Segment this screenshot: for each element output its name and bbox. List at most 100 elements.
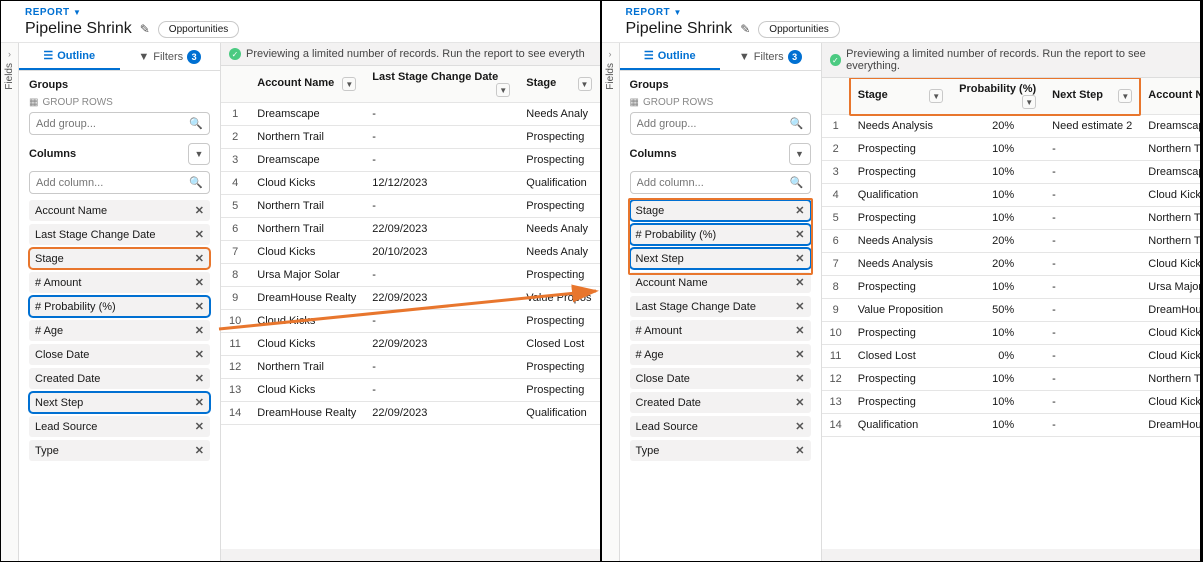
column-header[interactable]: Probability (%)▼ — [951, 78, 1044, 115]
column-item[interactable]: Next Step✕ — [29, 392, 210, 413]
table-row[interactable]: 1Dreamscape-Needs Analy — [221, 103, 600, 126]
column-item[interactable]: Last Stage Change Date✕ — [630, 296, 811, 317]
table-row[interactable]: 11Cloud Kicks22/09/2023Closed Lost — [221, 333, 600, 356]
table-row[interactable]: 3Dreamscape-Prospecting — [221, 149, 600, 172]
table-row[interactable]: 3Prospecting10%-Dreamscape — [822, 161, 1201, 184]
remove-column-icon[interactable]: ✕ — [795, 204, 804, 217]
table-row[interactable]: 12Northern Trail-Prospecting — [221, 356, 600, 379]
table-row[interactable]: 12Prospecting10%-Northern Trail — [822, 368, 1201, 391]
table-row[interactable]: 11Closed Lost0%-Cloud Kicks — [822, 345, 1201, 368]
column-header[interactable] — [221, 66, 249, 103]
horizontal-scrollbar[interactable] — [221, 549, 600, 561]
remove-column-icon[interactable]: ✕ — [195, 204, 204, 217]
column-item[interactable]: Created Date✕ — [630, 392, 811, 413]
table-row[interactable]: 8Ursa Major Solar-Prospecting — [221, 264, 600, 287]
object-pill[interactable]: Opportunities — [158, 21, 239, 38]
remove-column-icon[interactable]: ✕ — [195, 396, 204, 409]
report-breadcrumb[interactable]: REPORT ▼ — [25, 7, 590, 18]
tab-filters[interactable]: ▼ Filters 3 — [120, 43, 221, 70]
column-item[interactable]: # Amount✕ — [29, 272, 210, 293]
tab-outline[interactable]: ☰ Outline — [620, 43, 721, 70]
column-menu-icon[interactable]: ▼ — [1118, 89, 1132, 103]
column-item[interactable]: Next Step✕ — [630, 248, 811, 269]
table-row[interactable]: 13Cloud Kicks-Prospecting — [221, 379, 600, 402]
table-row[interactable]: 9Value Proposition50%-DreamHouse Realty — [822, 299, 1201, 322]
remove-column-icon[interactable]: ✕ — [795, 444, 804, 457]
remove-column-icon[interactable]: ✕ — [795, 228, 804, 241]
column-item[interactable]: # Probability (%)✕ — [630, 224, 811, 245]
fields-vertical-tab[interactable]: › Fields — [602, 43, 620, 561]
table-row[interactable]: 7Needs Analysis20%-Cloud Kicks — [822, 253, 1201, 276]
column-item[interactable]: Lead Source✕ — [630, 416, 811, 437]
remove-column-icon[interactable]: ✕ — [195, 444, 204, 457]
table-row[interactable]: 2Northern Trail-Prospecting — [221, 126, 600, 149]
object-pill[interactable]: Opportunities — [758, 21, 839, 38]
column-item[interactable]: Stage✕ — [29, 248, 210, 269]
remove-column-icon[interactable]: ✕ — [195, 348, 204, 361]
table-row[interactable]: 14DreamHouse Realty22/09/2023Qualificati… — [221, 402, 600, 425]
column-header[interactable]: Last Stage Change Date▼ — [364, 66, 518, 103]
add-column-input[interactable]: 🔍 — [630, 171, 811, 194]
table-row[interactable]: 6Needs Analysis20%-Northern Trail — [822, 230, 1201, 253]
horizontal-scrollbar[interactable] — [822, 549, 1201, 561]
table-row[interactable]: 10Prospecting10%-Cloud Kicks — [822, 322, 1201, 345]
table-row[interactable]: 14Qualification10%-DreamHouse Realty — [822, 414, 1201, 437]
remove-column-icon[interactable]: ✕ — [195, 228, 204, 241]
column-item[interactable]: Last Stage Change Date✕ — [29, 224, 210, 245]
table-row[interactable]: 5Prospecting10%-Northern Trail — [822, 207, 1201, 230]
table-row[interactable]: 1Needs Analysis20%Need estimate 2Dreamsc… — [822, 115, 1201, 138]
columns-menu-button[interactable]: ▼ — [789, 143, 811, 165]
table-row[interactable]: 7Cloud Kicks20/10/2023Needs Analy — [221, 241, 600, 264]
table-row[interactable]: 13Prospecting10%-Cloud Kicks — [822, 391, 1201, 414]
add-group-input[interactable]: 🔍 — [630, 112, 811, 135]
column-item[interactable]: Close Date✕ — [630, 368, 811, 389]
remove-column-icon[interactable]: ✕ — [795, 348, 804, 361]
column-header[interactable]: Stage▼ — [518, 66, 599, 103]
column-item[interactable]: Stage✕ — [630, 200, 811, 221]
remove-column-icon[interactable]: ✕ — [795, 252, 804, 265]
table-row[interactable]: 9DreamHouse Realty22/09/2023Value Propos — [221, 287, 600, 310]
column-item[interactable]: Close Date✕ — [29, 344, 210, 365]
column-item[interactable]: # Age✕ — [29, 320, 210, 341]
column-item[interactable]: Lead Source✕ — [29, 416, 210, 437]
column-menu-icon[interactable]: ▼ — [578, 77, 592, 91]
column-item[interactable]: # Age✕ — [630, 344, 811, 365]
table-row[interactable]: 5Northern Trail-Prospecting — [221, 195, 600, 218]
column-header[interactable] — [822, 78, 850, 115]
column-item[interactable]: Type✕ — [29, 440, 210, 461]
tab-outline[interactable]: ☰ Outline — [19, 43, 120, 70]
remove-column-icon[interactable]: ✕ — [795, 276, 804, 289]
table-row[interactable]: 4Cloud Kicks12/12/2023Qualification — [221, 172, 600, 195]
edit-title-icon[interactable]: ✎ — [740, 22, 750, 36]
table-row[interactable]: 10Cloud Kicks-Prospecting — [221, 310, 600, 333]
column-header[interactable]: Next Step▼ — [1044, 78, 1140, 115]
column-header[interactable]: Account Name▼ — [249, 66, 364, 103]
column-item[interactable]: Account Name✕ — [29, 200, 210, 221]
remove-column-icon[interactable]: ✕ — [195, 276, 204, 289]
column-item[interactable]: # Amount✕ — [630, 320, 811, 341]
remove-column-icon[interactable]: ✕ — [195, 252, 204, 265]
column-menu-icon[interactable]: ▼ — [342, 77, 356, 91]
report-breadcrumb[interactable]: REPORT ▼ — [626, 7, 1191, 18]
column-item[interactable]: Account Name✕ — [630, 272, 811, 293]
column-header[interactable]: Stage▼ — [850, 78, 951, 115]
column-menu-icon[interactable]: ▼ — [1022, 95, 1036, 109]
column-menu-icon[interactable]: ▼ — [929, 89, 943, 103]
table-row[interactable]: 2Prospecting10%-Northern Trail — [822, 138, 1201, 161]
table-row[interactable]: 8Prospecting10%-Ursa Major Solar — [822, 276, 1201, 299]
remove-column-icon[interactable]: ✕ — [795, 372, 804, 385]
edit-title-icon[interactable]: ✎ — [140, 22, 150, 36]
table-row[interactable]: 4Qualification10%-Cloud Kicks — [822, 184, 1201, 207]
add-group-input[interactable]: 🔍 — [29, 112, 210, 135]
table-row[interactable]: 6Northern Trail22/09/2023Needs Analy — [221, 218, 600, 241]
remove-column-icon[interactable]: ✕ — [195, 372, 204, 385]
tab-filters[interactable]: ▼ Filters 3 — [720, 43, 821, 70]
remove-column-icon[interactable]: ✕ — [195, 420, 204, 433]
remove-column-icon[interactable]: ✕ — [795, 396, 804, 409]
remove-column-icon[interactable]: ✕ — [795, 324, 804, 337]
column-header[interactable]: Account Name▼ — [1140, 78, 1200, 115]
remove-column-icon[interactable]: ✕ — [195, 324, 204, 337]
add-column-input[interactable]: 🔍 — [29, 171, 210, 194]
column-item[interactable]: Created Date✕ — [29, 368, 210, 389]
column-item[interactable]: Type✕ — [630, 440, 811, 461]
